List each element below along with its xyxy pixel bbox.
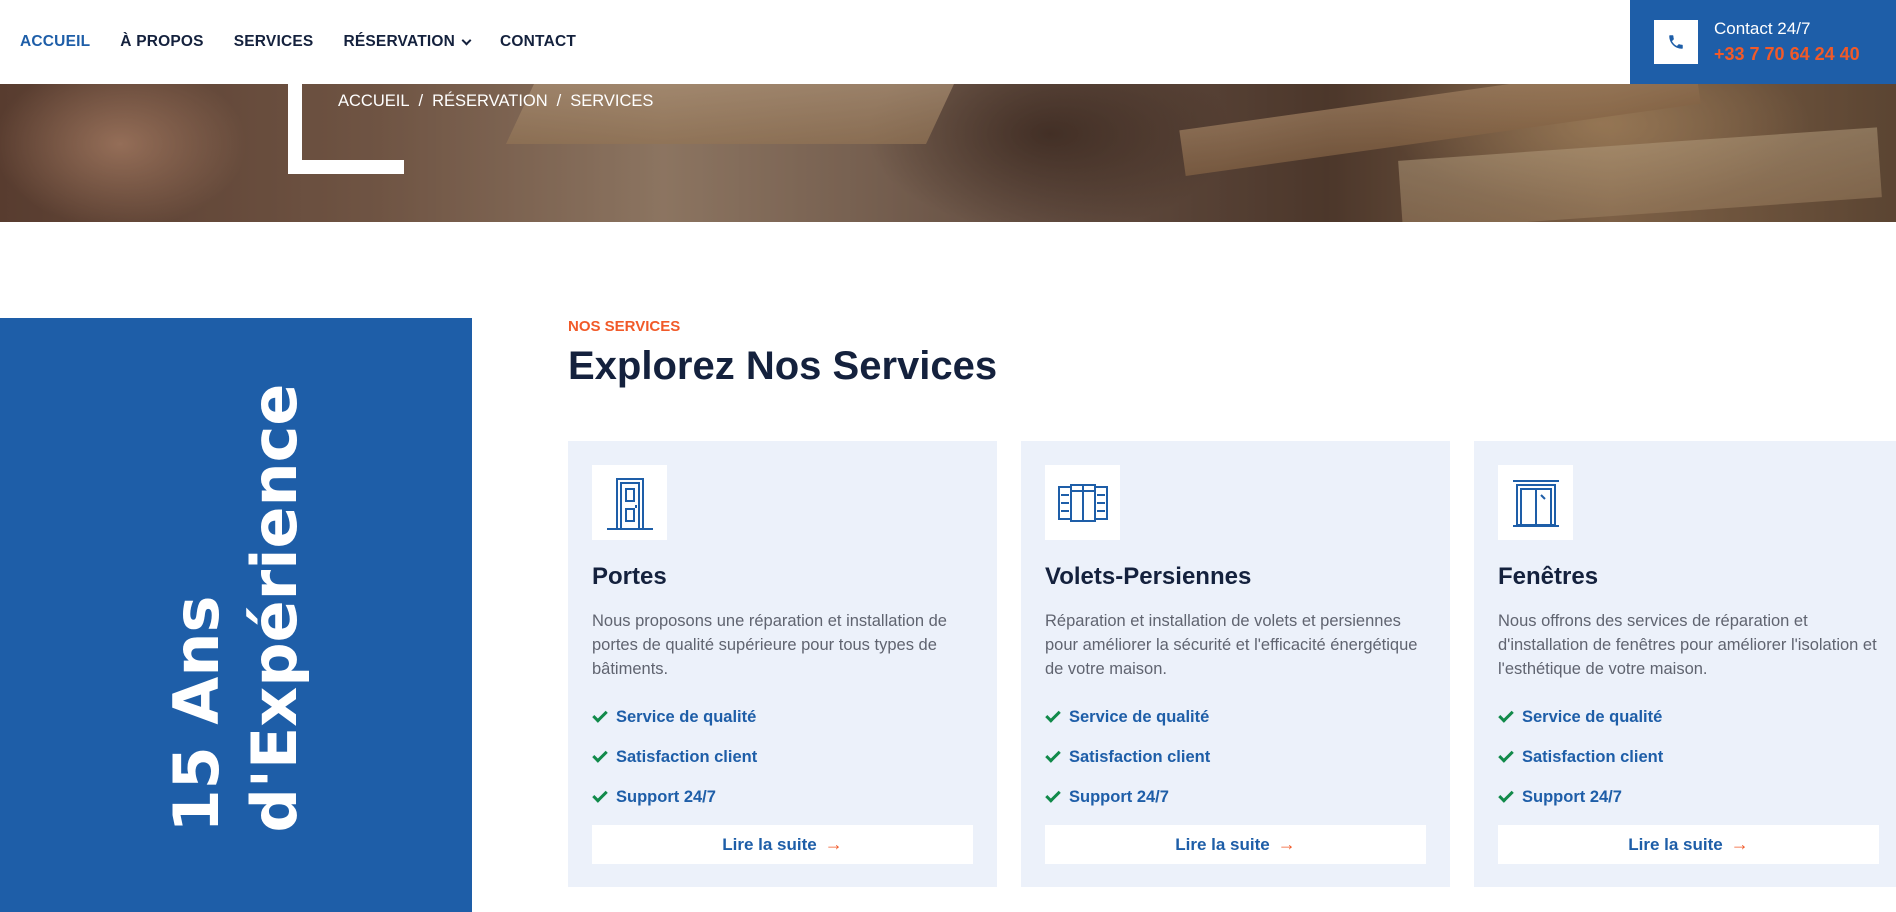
check-icon — [1045, 747, 1061, 763]
main-nav: ACCUEIL À PROPOS SERVICES RÉSERVATION CO… — [20, 0, 576, 84]
arrow-right-icon: → — [1277, 834, 1296, 854]
read-more-label: Lire la suite — [722, 834, 817, 854]
site-header: ACCUEIL À PROPOS SERVICES RÉSERVATION CO… — [0, 0, 1896, 84]
feature-label: Service de qualité — [616, 707, 757, 726]
read-more-label: Lire la suite — [1628, 834, 1723, 854]
service-card-portes: Portes Nous proposons une réparation et … — [568, 441, 997, 887]
arrow-right-icon: → — [824, 834, 843, 854]
contact-label: Contact 24/7 — [1714, 19, 1811, 38]
check-icon — [1498, 707, 1514, 723]
card-description: Nous offrons des services de réparation … — [1498, 612, 1877, 678]
card-icon-box — [592, 465, 667, 540]
feature-list: Service de qualité Satisfaction client S… — [592, 697, 757, 817]
nav-label: ACCUEIL — [20, 33, 91, 50]
experience-panel: 15 Ans d'Expérience — [0, 318, 472, 912]
contact-phone[interactable]: +33 7 70 64 24 40 — [1714, 44, 1860, 65]
breadcrumb-separator: / — [418, 92, 424, 110]
check-icon — [592, 707, 608, 723]
nav-label: SERVICES — [233, 33, 314, 50]
check-icon — [1498, 787, 1514, 803]
contact-box[interactable]: Contact 24/7 +33 7 70 64 24 40 — [1630, 0, 1896, 84]
feature-item: Satisfaction client — [592, 737, 757, 777]
phone-icon-box — [1654, 20, 1698, 64]
feature-label: Service de qualité — [1069, 707, 1210, 726]
card-title: Fenêtres — [1498, 563, 1599, 590]
nav-item-a-propos[interactable]: À PROPOS — [120, 33, 203, 51]
hero-overlay — [0, 84, 1896, 222]
service-card-volets: Volets-Persiennes Réparation et installa… — [1021, 441, 1450, 887]
feature-label: Support 24/7 — [1069, 787, 1169, 806]
breadcrumb-separator: / — [556, 92, 562, 110]
breadcrumb-accueil[interactable]: ACCUEIL — [338, 92, 410, 111]
feature-item: Service de qualité — [1045, 697, 1210, 737]
feature-item: Support 24/7 — [1045, 777, 1210, 817]
contact-text: Contact 24/7 +33 7 70 64 24 40 — [1714, 19, 1860, 65]
experience-label: d'Expérience — [238, 383, 311, 833]
window-icon — [1512, 479, 1559, 527]
nav-item-reservation[interactable]: RÉSERVATION — [343, 33, 472, 51]
feature-list: Service de qualité Satisfaction client S… — [1045, 697, 1210, 817]
feature-label: Satisfaction client — [616, 747, 758, 766]
check-icon — [592, 787, 608, 803]
arrow-right-icon: → — [1730, 834, 1749, 854]
nav-item-services[interactable]: SERVICES — [234, 33, 314, 51]
chevron-down-icon — [461, 35, 472, 45]
shutters-icon — [1057, 483, 1108, 522]
hero-banner: ACCUEIL / RÉSERVATION / SERVICES — [0, 84, 1896, 222]
service-card-fenetres: Fenêtres Nous offrons des services de ré… — [1474, 441, 1896, 887]
phone-icon — [1669, 35, 1683, 49]
feature-item: Satisfaction client — [1498, 737, 1663, 777]
card-icon-box — [1498, 465, 1573, 540]
breadcrumb-reservation[interactable]: RÉSERVATION — [432, 92, 548, 111]
feature-label: Support 24/7 — [616, 787, 716, 806]
experience-years: 15 Ans — [160, 595, 233, 833]
feature-label: Satisfaction client — [1522, 747, 1664, 766]
check-icon — [1045, 787, 1061, 803]
feature-label: Service de qualité — [1522, 707, 1663, 726]
feature-item: Support 24/7 — [592, 777, 757, 817]
nav-label: CONTACT — [500, 33, 577, 50]
door-icon — [606, 477, 653, 530]
nav-item-contact[interactable]: CONTACT — [500, 33, 576, 51]
section-kicker: NOS SERVICES — [568, 318, 681, 335]
card-title: Portes — [592, 563, 667, 590]
feature-label: Support 24/7 — [1522, 787, 1622, 806]
nav-label: À PROPOS — [120, 33, 204, 50]
nav-label: RÉSERVATION — [343, 33, 456, 50]
read-more-button[interactable]: Lire la suite → — [592, 825, 973, 864]
feature-item: Satisfaction client — [1045, 737, 1210, 777]
feature-item: Service de qualité — [592, 697, 757, 737]
breadcrumb-current: SERVICES — [570, 92, 654, 110]
read-more-button[interactable]: Lire la suite → — [1045, 825, 1426, 864]
check-icon — [1045, 707, 1061, 723]
card-description: Nous proposons une réparation et install… — [592, 612, 947, 678]
read-more-label: Lire la suite — [1175, 834, 1270, 854]
experience-text: 15 Ans d'Expérience — [158, 384, 314, 833]
feature-item: Support 24/7 — [1498, 777, 1663, 817]
card-description: Réparation et installation de volets et … — [1045, 612, 1418, 678]
check-icon — [1498, 747, 1514, 763]
feature-item: Service de qualité — [1498, 697, 1663, 737]
nav-item-accueil[interactable]: ACCUEIL — [20, 33, 90, 51]
section-title: Explorez Nos Services — [568, 344, 998, 388]
read-more-button[interactable]: Lire la suite → — [1498, 825, 1879, 864]
check-icon — [592, 747, 608, 763]
feature-list: Service de qualité Satisfaction client S… — [1498, 697, 1663, 817]
card-icon-box — [1045, 465, 1120, 540]
card-title: Volets-Persiennes — [1045, 563, 1252, 590]
feature-label: Satisfaction client — [1069, 747, 1211, 766]
breadcrumb: ACCUEIL / RÉSERVATION / SERVICES — [338, 92, 653, 111]
